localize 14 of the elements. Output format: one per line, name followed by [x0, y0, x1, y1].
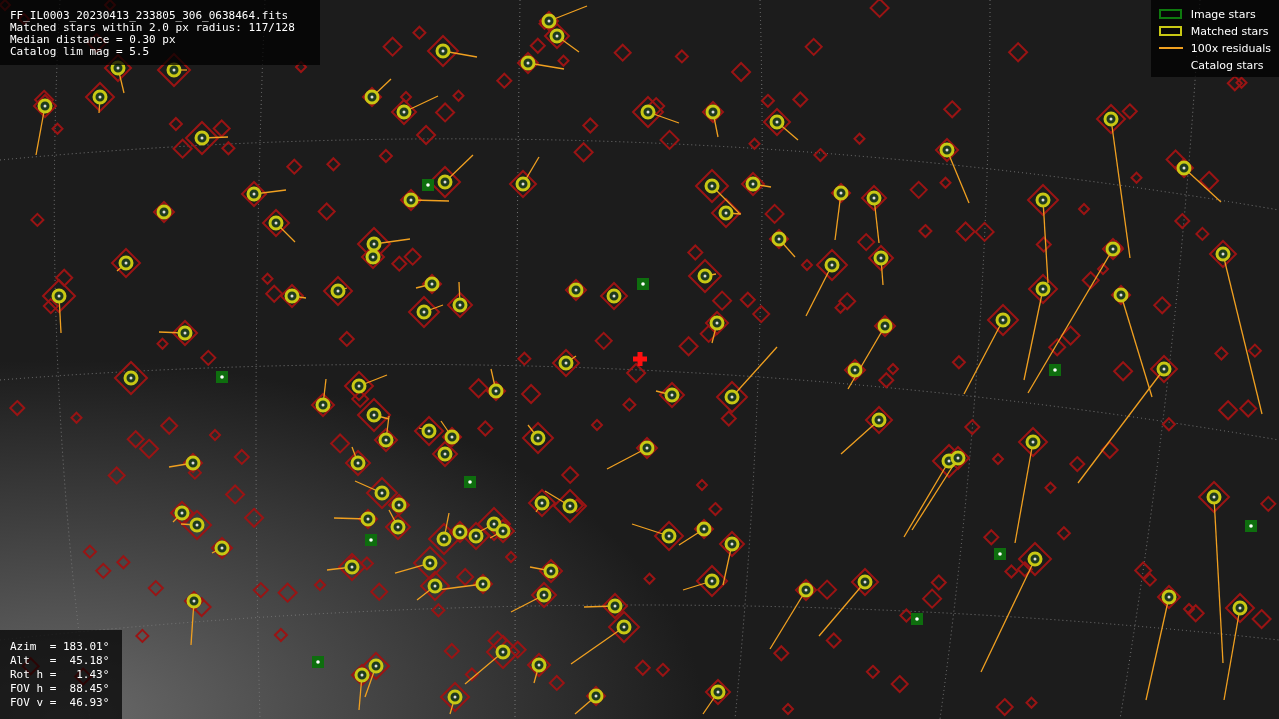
legend-label: Catalog stars [1190, 58, 1264, 72]
pointing-text: Azim = 183.01° [10, 640, 111, 654]
pointing-text: Rot h = 1.43° [10, 668, 111, 682]
info-text: Median distance = 0.30 px [10, 34, 177, 46]
center-cross-icon [633, 352, 647, 366]
info-text: Matched stars within 2.0 px radius: 117/128 [10, 22, 296, 34]
pointing-text: FOV h = 88.45° [10, 682, 111, 696]
legend-label: 100x residuals [1190, 41, 1271, 55]
legend-label: Matched stars [1190, 24, 1269, 38]
legend-label: Image stars [1190, 7, 1256, 21]
info-text: Catalog lim mag = 5.5 [10, 46, 151, 58]
info-text: FF_IL0003_20230413_233805_306_0638464.fits [10, 10, 290, 22]
pointing-text: FOV v = 46.93° [10, 696, 111, 710]
pointing-text: Alt = 45.18° [10, 654, 111, 668]
